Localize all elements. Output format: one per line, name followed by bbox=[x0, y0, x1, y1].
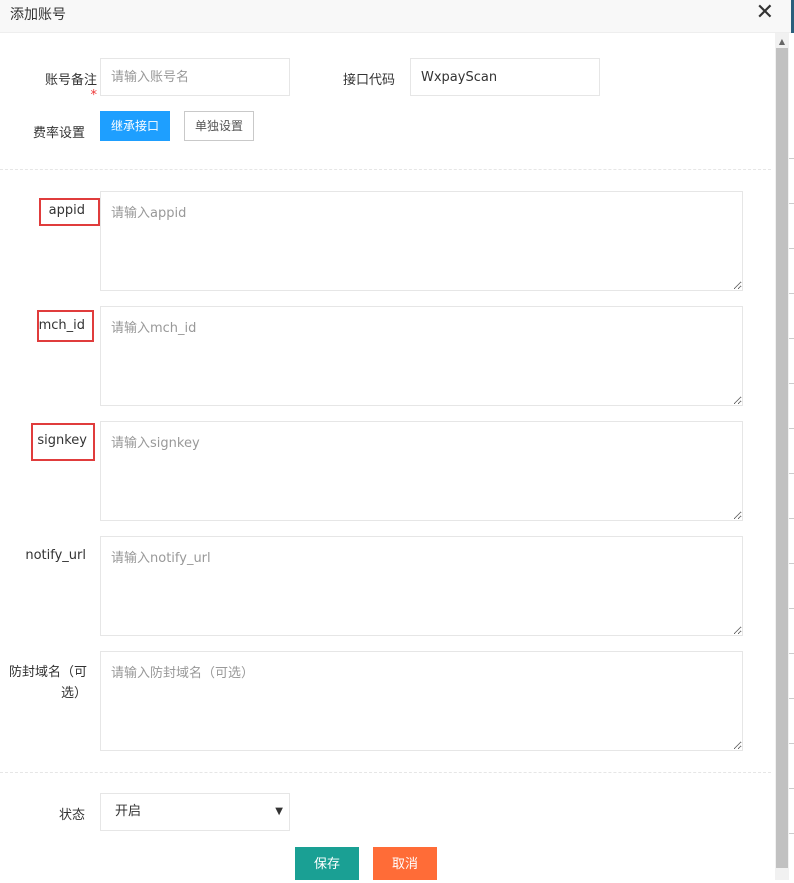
close-icon[interactable]: ✕ bbox=[756, 2, 774, 24]
status-label: 状态 bbox=[58, 808, 85, 823]
vertical-scrollbar[interactable]: ▲ bbox=[775, 33, 789, 880]
status-select-value: 开启 bbox=[115, 804, 142, 819]
account-note-input[interactable] bbox=[100, 58, 290, 96]
chevron-down-icon: ▼ bbox=[275, 806, 283, 817]
domain-label-line2: 选） bbox=[60, 686, 87, 701]
anti-block-domain-textarea[interactable] bbox=[100, 651, 743, 751]
inherit-interface-button[interactable]: 继承接口 bbox=[100, 111, 170, 141]
signkey-textarea[interactable] bbox=[100, 421, 743, 521]
account-note-label-text: 账号备注 bbox=[44, 73, 97, 88]
mch-id-textarea[interactable] bbox=[100, 306, 743, 406]
scroll-up-arrow-icon[interactable]: ▲ bbox=[775, 37, 789, 47]
scrollbar-thumb[interactable] bbox=[776, 48, 788, 868]
interface-code-label: 接口代码 bbox=[342, 73, 395, 88]
domain-label-line1: 防封域名（可 bbox=[8, 665, 87, 680]
divider bbox=[0, 772, 771, 773]
divider bbox=[0, 169, 771, 170]
cancel-button[interactable]: 取消 bbox=[373, 847, 437, 880]
dialog-titlebar: 添加账号 ✕ bbox=[0, 0, 794, 33]
status-select[interactable]: 开启 ▼ bbox=[100, 793, 290, 831]
mch-id-label: mch_id bbox=[38, 318, 85, 333]
appid-label: appid bbox=[48, 203, 85, 218]
notify-url-textarea[interactable] bbox=[100, 536, 743, 636]
account-note-label: 账号备注 * bbox=[37, 69, 97, 103]
signkey-label: signkey bbox=[37, 433, 87, 448]
notify-url-label: notify_url bbox=[25, 548, 86, 563]
anti-block-domain-label: 防封域名（可 选） bbox=[5, 662, 87, 704]
separate-setting-button[interactable]: 单独设置 bbox=[184, 111, 254, 141]
required-mark: * bbox=[90, 88, 98, 103]
dialog-title: 添加账号 bbox=[10, 7, 66, 23]
interface-code-input[interactable] bbox=[410, 58, 600, 96]
add-account-dialog: 添加账号 ✕ 账号备注 * 接口代码 费率设置 继承接口 单独设置 appid … bbox=[0, 0, 794, 880]
rate-setting-label: 费率设置 bbox=[32, 126, 85, 141]
appid-textarea[interactable] bbox=[100, 191, 743, 291]
background-window-strip bbox=[789, 33, 794, 880]
save-button[interactable]: 保存 bbox=[295, 847, 359, 880]
